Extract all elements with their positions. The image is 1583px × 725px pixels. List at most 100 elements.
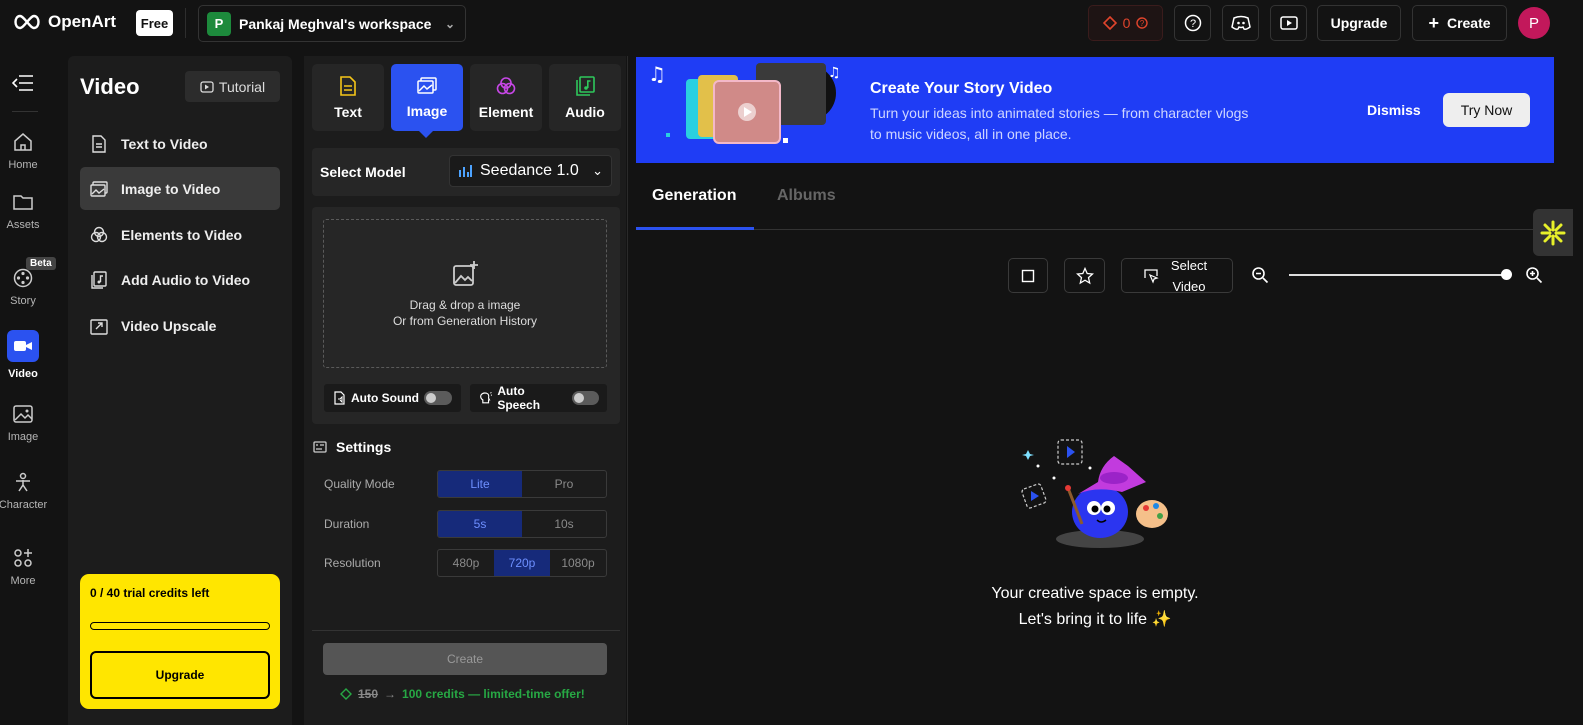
add-image-icon	[453, 260, 478, 286]
quality-option-pro[interactable]: Pro	[522, 471, 606, 497]
duration-option-10s[interactable]: 10s	[522, 511, 606, 537]
film-reel-icon	[13, 268, 33, 288]
divider	[185, 8, 186, 38]
model-value: Seedance 1.0	[480, 162, 579, 179]
empty-state-illustration	[1018, 434, 1178, 554]
try-now-button[interactable]: Try Now	[1443, 93, 1530, 127]
select-video-button[interactable]: Select Video	[1121, 258, 1233, 294]
settings-header: Settings	[313, 439, 391, 455]
tab-audio[interactable]: Audio	[549, 64, 621, 131]
rail-item-story[interactable]: Story	[0, 267, 46, 307]
svg-text:♫: ♫	[648, 62, 666, 86]
rail-item-more[interactable]: More	[0, 547, 46, 587]
workspace-switcher[interactable]: P Pankaj Meghval's workspace ⌄	[198, 5, 466, 42]
offer-text: 100 credits — limited-time offer!	[402, 687, 585, 701]
user-avatar[interactable]: P	[1518, 7, 1550, 39]
trial-progress-bar	[90, 622, 270, 630]
more-apps-icon	[14, 549, 32, 567]
toggle-switch[interactable]	[423, 391, 452, 405]
question-circle-icon: ?	[1184, 14, 1201, 32]
trial-upgrade-button[interactable]: Upgrade	[90, 651, 270, 699]
drop-line-2: Or from Generation History	[392, 313, 538, 328]
auto-sound-toggle[interactable]: Auto Sound	[324, 384, 461, 412]
text-doc-icon	[340, 76, 356, 96]
menu-item-video-upscale[interactable]: Video Upscale	[80, 304, 280, 347]
star-icon	[1075, 266, 1094, 284]
tutorial-label: Tutorial	[218, 78, 266, 95]
folder-icon	[13, 195, 33, 210]
duration-option-5s[interactable]: 5s	[438, 511, 522, 537]
openart-logo[interactable]: OpenArt	[12, 12, 116, 32]
credits-count: 0	[1122, 15, 1131, 31]
panel-divider	[627, 56, 628, 725]
video-tutorial-button[interactable]	[1270, 5, 1307, 41]
plan-badge: Free	[136, 10, 173, 36]
side-widget-tab[interactable]	[1533, 209, 1573, 256]
image-icon	[13, 405, 33, 423]
menu-item-text-to-video[interactable]: Text to Video	[80, 122, 280, 165]
favorites-button[interactable]	[1064, 258, 1105, 293]
tab-image[interactable]: Image	[391, 64, 463, 131]
drop-line-1: Drag & drop a image	[409, 297, 521, 312]
rail-item-character[interactable]: Character	[0, 471, 47, 511]
resolution-option-720p[interactable]: 720p	[494, 550, 550, 576]
banner-title: Create Your Story Video	[870, 80, 1053, 97]
create-label: Create	[1446, 15, 1491, 31]
zoom-slider-track[interactable]	[1289, 274, 1507, 276]
tab-label: Element	[478, 104, 534, 120]
character-icon	[16, 472, 30, 492]
menu-item-image-to-video[interactable]: Image to Video	[80, 167, 280, 210]
credits-indicator[interactable]: 0 ?	[1088, 5, 1163, 41]
resolution-option-480p[interactable]: 480p	[438, 550, 494, 576]
collapse-sidebar-button[interactable]	[11, 74, 34, 97]
chevron-down-icon: ⌄	[444, 16, 455, 31]
help-icon: ?	[1136, 17, 1149, 29]
tab-element[interactable]: Element	[470, 64, 542, 131]
auto-speech-toggle[interactable]: Auto Speech	[470, 384, 607, 412]
elements-icon	[90, 226, 108, 242]
rail-item-image[interactable]: Image	[0, 403, 46, 443]
create-button[interactable]: + Create	[1412, 5, 1507, 41]
workspace-avatar: P	[207, 11, 231, 36]
tutorial-button[interactable]: Tutorial	[185, 71, 280, 102]
create-video-button[interactable]: Create	[323, 643, 607, 675]
zoom-in-button[interactable]	[1525, 266, 1543, 289]
video-icon	[7, 330, 39, 362]
quality-option-lite[interactable]: Lite	[438, 471, 522, 497]
tab-albums[interactable]: Albums	[777, 187, 836, 205]
help-button[interactable]: ?	[1174, 5, 1211, 41]
active-tab-pointer	[418, 130, 434, 138]
rail-item-assets[interactable]: Assets	[0, 191, 46, 231]
credit-offer: 150 → 100 credits — limited-time offer!	[340, 687, 585, 701]
image-dropzone[interactable]: Drag & drop a image Or from Generation H…	[323, 219, 607, 368]
sound-file-icon	[334, 391, 345, 405]
rail-item-video[interactable]: Video	[0, 330, 46, 380]
resolution-option-1080p[interactable]: 1080p	[550, 550, 606, 576]
duration-label: Duration	[324, 517, 370, 531]
rail-label: Image	[7, 431, 39, 443]
tab-label: Text	[334, 104, 362, 120]
quality-mode-label: Quality Mode	[324, 477, 395, 491]
infinity-logo-icon	[14, 14, 40, 30]
resolution-label: Resolution	[324, 556, 381, 570]
diamond-icon	[340, 688, 352, 700]
dismiss-button[interactable]: Dismiss	[1367, 102, 1421, 118]
menu-item-add-audio-to-video[interactable]: Add Audio to Video	[80, 258, 280, 301]
tabs-divider	[636, 229, 1554, 230]
menu-item-elements-to-video[interactable]: Elements to Video	[80, 213, 280, 256]
zoom-out-button[interactable]	[1251, 266, 1269, 289]
discord-button[interactable]	[1222, 5, 1259, 41]
tab-generation[interactable]: Generation	[652, 187, 736, 205]
tab-text[interactable]: Text	[312, 64, 384, 131]
model-select[interactable]: Seedance 1.0 ⌄	[449, 155, 612, 187]
upgrade-button[interactable]: Upgrade	[1317, 5, 1401, 41]
zoom-slider-thumb[interactable]	[1501, 269, 1512, 280]
bars-icon	[459, 165, 472, 177]
rail-item-home[interactable]: Home	[0, 131, 46, 171]
select-all-button[interactable]	[1008, 258, 1048, 293]
toggle-switch[interactable]	[572, 391, 599, 405]
empty-state-line-1: Your creative space is empty.	[991, 585, 1199, 602]
resolution-selector: 480p 720p 1080p	[437, 549, 607, 577]
rail-label: Video	[8, 368, 38, 380]
play-box-icon	[200, 80, 214, 93]
